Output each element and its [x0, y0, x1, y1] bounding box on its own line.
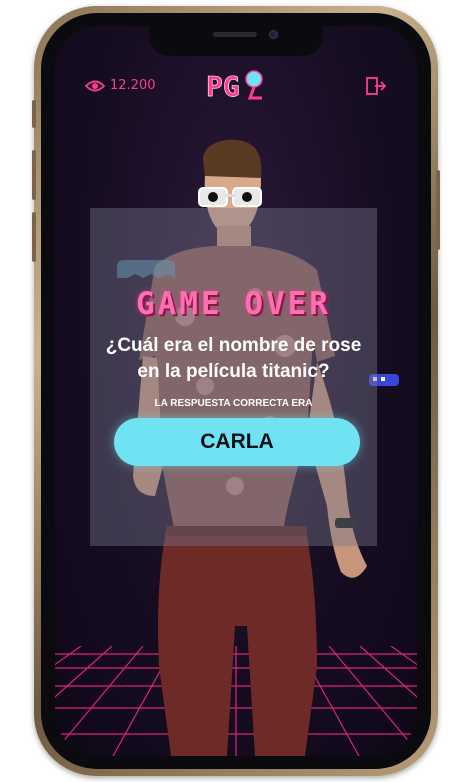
game-over-title: GAME OVER	[136, 286, 331, 322]
phone-side-button	[32, 100, 36, 128]
view-counter: 12.200	[85, 78, 156, 93]
exit-door-icon[interactable]	[365, 76, 387, 96]
game-over-panel: GAME OVER ¿Cuál era el nombre de rose en…	[90, 208, 377, 546]
correct-answer-label: LA RESPUESTA CORRECTA ERA	[154, 398, 313, 409]
phone-notch	[149, 26, 323, 56]
front-camera	[269, 30, 278, 39]
question-text: ¿Cuál era el nombre de rose en la pelícu…	[105, 335, 362, 382]
app-screen: 12.200 PG GAME OVER ¿Cuál era el nombre …	[55, 26, 417, 756]
logo-text: PG	[206, 70, 240, 102]
speaker-grille	[213, 32, 257, 37]
eye-icon	[85, 80, 105, 91]
phone-side-button	[32, 150, 36, 200]
correct-answer-button[interactable]: CARLA	[114, 418, 360, 466]
app-logo[interactable]: PG	[204, 66, 268, 103]
phone-side-button	[32, 212, 36, 262]
top-bar: 12.200 PG	[55, 66, 417, 106]
phone-side-button	[436, 170, 440, 250]
view-count: 12.200	[110, 78, 156, 93]
